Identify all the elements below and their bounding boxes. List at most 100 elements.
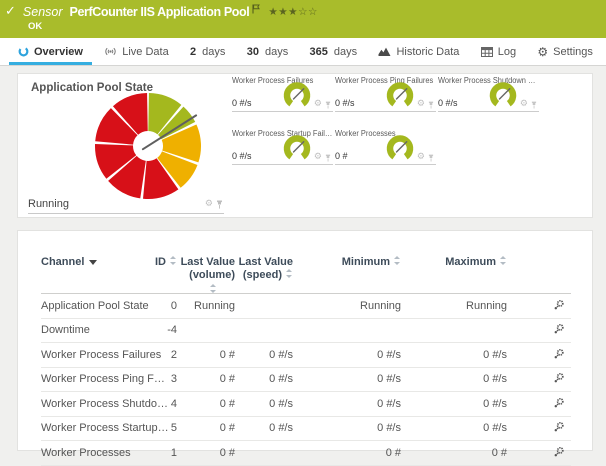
main-gauge-footer: Running ⚙ xyxy=(28,198,224,214)
channel-settings-wrench-icon[interactable] xyxy=(554,323,565,334)
channel-last-value-speed: 0 #/s xyxy=(235,392,293,417)
mini-gauge-pin-icon[interactable] xyxy=(428,154,434,162)
tab-2-days-number: 2 xyxy=(190,46,196,58)
channel-minimum: 0 #/s xyxy=(293,367,401,392)
channel-maximum: 0 #/s xyxy=(401,392,507,417)
channel-last-value-volume: Running xyxy=(177,294,235,319)
live-data-icon xyxy=(104,46,117,57)
channel-name[interactable]: Worker Process Ping Failures xyxy=(41,373,171,386)
channel-settings-wrench-icon[interactable] xyxy=(554,372,565,383)
overview-gauge-icon xyxy=(18,46,29,57)
mini-gauge-worker-processes[interactable]: Worker Processes 0 # ⚙ xyxy=(335,127,436,165)
tab-overview[interactable]: Overview xyxy=(9,38,92,65)
channel-last-value-volume xyxy=(177,318,235,343)
channel-name[interactable]: Worker Process Failures xyxy=(41,349,161,362)
channel-maximum: 0 #/s xyxy=(401,367,507,392)
table-row: Worker Process Startup Failures 5 0 # 0 … xyxy=(41,416,571,441)
column-header-last-value-volume[interactable]: Last Value(volume) xyxy=(177,256,235,294)
column-header-last-value-speed[interactable]: Last Value(speed) xyxy=(235,256,293,294)
tab-365-days[interactable]: 365 days xyxy=(301,38,367,65)
tab-log[interactable]: Log xyxy=(472,38,525,65)
table-row: Downtime -4 xyxy=(41,318,571,343)
mini-gauge-value: 0 #/s xyxy=(232,98,252,108)
priority-flag-icon[interactable] xyxy=(252,1,260,19)
channel-id: -4 xyxy=(153,318,177,343)
table-header-row: Channel ID Last Value(volume) Last Value… xyxy=(41,256,571,294)
mini-gauge-value: 0 # xyxy=(335,151,348,161)
gauges-panel: Application Pool State Running ⚙ Worker … xyxy=(17,73,593,218)
channel-settings-wrench-icon[interactable] xyxy=(554,299,565,310)
channels-table-panel: Channel ID Last Value(volume) Last Value… xyxy=(17,230,593,451)
column-header-id[interactable]: ID xyxy=(153,256,177,294)
mini-gauge-value: 0 #/s xyxy=(232,151,252,161)
channel-settings-wrench-icon[interactable] xyxy=(554,446,565,457)
channel-minimum: Running xyxy=(293,294,401,319)
settings-gear-icon: ⚙ xyxy=(537,46,548,58)
mini-gauge-arc xyxy=(383,82,417,110)
priority-stars[interactable]: ★★★☆☆ xyxy=(268,5,318,19)
table-row: Worker Process Ping Failures 3 0 # 0 #/s… xyxy=(41,367,571,392)
mini-gauge-gear-icon[interactable]: ⚙ xyxy=(314,153,322,162)
tab-settings-label: Settings xyxy=(553,46,593,58)
log-icon xyxy=(481,47,493,57)
channel-name[interactable]: Worker Processes xyxy=(41,447,131,460)
channels-table: Channel ID Last Value(volume) Last Value… xyxy=(41,256,571,466)
channel-settings-wrench-icon[interactable] xyxy=(554,397,565,408)
tab-live-data[interactable]: Live Data xyxy=(95,38,177,65)
mini-gauge-worker-process-startup-failures[interactable]: Worker Process Startup Failures 0 #/s ⚙ xyxy=(232,127,333,165)
channel-settings-wrench-icon[interactable] xyxy=(554,348,565,359)
tab-live-data-label: Live Data xyxy=(122,46,168,58)
channel-maximum: 0 # xyxy=(401,441,507,466)
main-gauge-value: Running xyxy=(28,198,69,210)
tab-2-days[interactable]: 2 days xyxy=(181,38,234,65)
table-row: Application Pool State 0 Running Running… xyxy=(41,294,571,319)
channel-name[interactable]: Downtime xyxy=(41,324,90,337)
mini-gauge-worker-process-ping-failures[interactable]: Worker Process Ping Failures 0 #/s ⚙ xyxy=(335,74,436,112)
channel-name[interactable]: Application Pool State xyxy=(41,300,149,313)
channel-maximum: 0 #/s xyxy=(401,416,507,441)
channel-last-value-speed: 0 #/s xyxy=(235,367,293,392)
mini-gauge-arc xyxy=(383,135,417,163)
tab-30-days[interactable]: 30 days xyxy=(238,38,298,65)
channel-minimum xyxy=(293,318,401,343)
mini-gauge-pin-icon[interactable] xyxy=(531,101,537,109)
mini-gauge-gear-icon[interactable]: ⚙ xyxy=(417,153,425,162)
table-row: Worker Process Shutdown Failures 4 0 # 0… xyxy=(41,392,571,417)
mini-gauge-worker-process-shutdown-failures[interactable]: Worker Process Shutdown Failures 0 #/s ⚙ xyxy=(438,74,539,112)
mini-gauge-worker-process-failures[interactable]: Worker Process Failures 0 #/s ⚙ xyxy=(232,74,333,112)
channel-minimum: 0 #/s xyxy=(293,343,401,368)
column-header-channel[interactable]: Channel xyxy=(41,256,153,294)
ok-check-icon: ✓ xyxy=(5,5,16,19)
channel-settings-wrench-icon[interactable] xyxy=(554,421,565,432)
sort-caret-icon xyxy=(89,260,97,265)
mini-gauge-pin-icon[interactable] xyxy=(428,101,434,109)
sensor-kind-label: Sensor xyxy=(23,4,63,20)
tab-historic-data[interactable]: Historic Data xyxy=(369,38,468,65)
gauge-pin-icon[interactable] xyxy=(216,200,223,209)
channel-last-value-speed: 0 #/s xyxy=(235,343,293,368)
column-header-minimum[interactable]: Minimum xyxy=(293,256,401,294)
channel-maximum: 0 #/s xyxy=(401,343,507,368)
channel-maximum xyxy=(401,318,507,343)
mini-gauge-pin-icon[interactable] xyxy=(325,154,331,162)
mini-gauge-gear-icon[interactable]: ⚙ xyxy=(417,100,425,109)
channel-last-value-speed xyxy=(235,294,293,319)
mini-gauge-pin-icon[interactable] xyxy=(325,101,331,109)
sensor-status-badge: OK xyxy=(28,21,42,32)
tab-historic-data-label: Historic Data xyxy=(396,46,459,58)
tab-settings[interactable]: ⚙ Settings xyxy=(528,38,602,65)
sort-icon xyxy=(210,284,217,293)
sort-icon xyxy=(394,256,401,265)
channel-last-value-volume: 0 # xyxy=(177,343,235,368)
channel-minimum: 0 #/s xyxy=(293,416,401,441)
column-header-tools xyxy=(507,256,571,294)
mini-gauge-gear-icon[interactable]: ⚙ xyxy=(314,100,322,109)
tab-bar: Overview Live Data 2 days 30 days 365 da… xyxy=(0,38,606,66)
table-row: Worker Process Failures 2 0 # 0 #/s 0 #/… xyxy=(41,343,571,368)
channel-name[interactable]: Worker Process Shutdown Failures xyxy=(41,398,171,411)
mini-gauge-gear-icon[interactable]: ⚙ xyxy=(520,100,528,109)
channel-minimum: 0 # xyxy=(293,441,401,466)
column-header-maximum[interactable]: Maximum xyxy=(401,256,507,294)
gauge-settings-gear-icon[interactable]: ⚙ xyxy=(205,200,213,209)
channel-name[interactable]: Worker Process Startup Failures xyxy=(41,422,171,435)
